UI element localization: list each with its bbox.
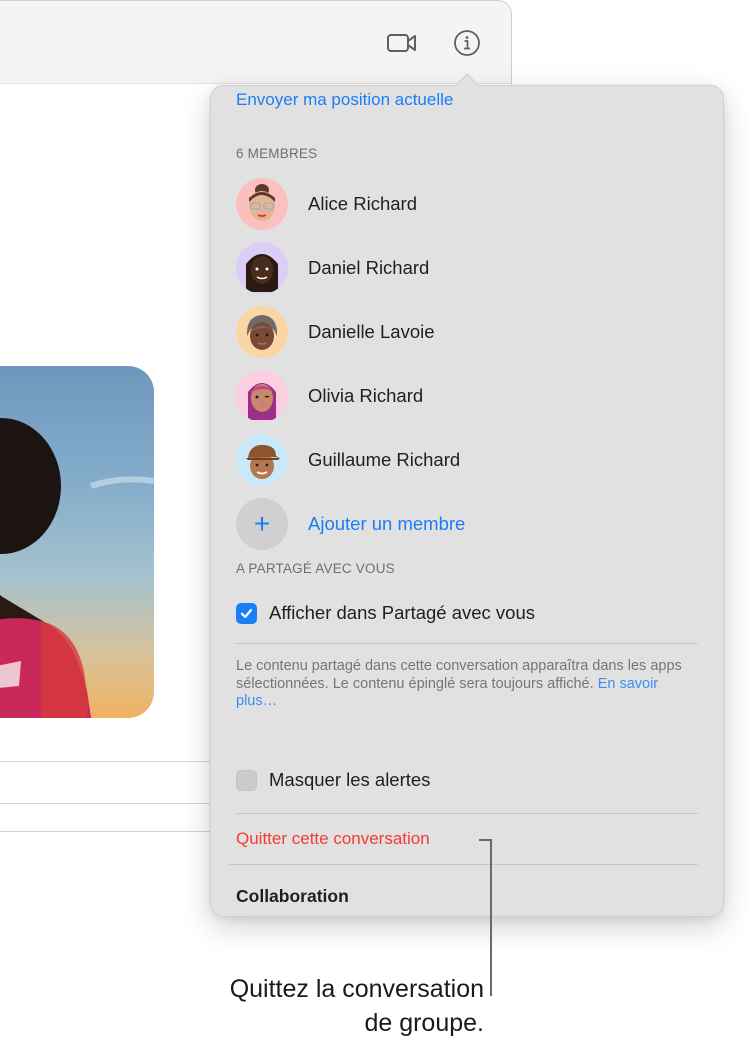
avatar bbox=[236, 306, 288, 358]
callout-line-1: Quittez la conversation bbox=[229, 975, 484, 1003]
member-row[interactable]: Alice Richard bbox=[236, 178, 696, 230]
member-name: Guillaume Richard bbox=[308, 449, 461, 470]
divider bbox=[236, 643, 698, 644]
member-name: Daniel Richard bbox=[308, 257, 430, 278]
show-in-shared-with-you-checkbox[interactable]: Afficher dans Partagé avec vous bbox=[236, 602, 535, 624]
member-row[interactable]: Daniel Richard bbox=[236, 242, 696, 294]
video-camera-icon[interactable] bbox=[386, 29, 418, 57]
avatar bbox=[236, 242, 288, 294]
member-row[interactable]: Olivia Richard bbox=[236, 370, 696, 422]
checkbox-label: Masquer les alertes bbox=[269, 769, 431, 790]
send-current-location-link[interactable]: Envoyer ma position actuelle bbox=[236, 90, 453, 110]
info-circle-icon[interactable] bbox=[451, 29, 483, 57]
callout-line-2: de groupe. bbox=[364, 1009, 484, 1037]
member-name: Danielle Lavoie bbox=[308, 321, 435, 342]
callout-line bbox=[490, 839, 492, 996]
divider bbox=[229, 864, 698, 865]
checkbox-checked-icon[interactable] bbox=[236, 602, 257, 624]
member-name: Olivia Richard bbox=[308, 385, 424, 406]
shared-with-you-header: A PARTAGÉ AVEC VOUS bbox=[236, 561, 395, 576]
avatar bbox=[236, 178, 288, 230]
avatar bbox=[236, 434, 288, 486]
divider bbox=[236, 813, 698, 814]
conversation-details-popover: Envoyer ma position actuelle 6 MEMBRES A… bbox=[210, 73, 724, 917]
checkbox-label: Afficher dans Partagé avec vous bbox=[269, 602, 536, 623]
member-row[interactable]: Danielle Lavoie bbox=[236, 306, 696, 358]
add-member-label: Ajouter un membre bbox=[308, 513, 466, 534]
window-toolbar bbox=[0, 1, 511, 84]
checkbox-unchecked-icon[interactable] bbox=[236, 769, 257, 791]
popover-arrow bbox=[454, 73, 480, 87]
hide-alerts-checkbox[interactable]: Masquer les alertes bbox=[236, 769, 430, 791]
avatar bbox=[236, 370, 288, 422]
member-name: Alice Richard bbox=[308, 193, 417, 214]
members-section-header: 6 MEMBRES bbox=[236, 146, 318, 161]
collaboration-section-header: Collaboration bbox=[236, 886, 349, 906]
shared-description: Le contenu partagé dans cette conversati… bbox=[236, 658, 686, 711]
add-member-button[interactable]: + Ajouter un membre bbox=[236, 498, 696, 550]
plus-icon: + bbox=[236, 498, 288, 550]
member-row[interactable]: Guillaume Richard bbox=[236, 434, 696, 486]
shared-photo[interactable] bbox=[0, 366, 154, 718]
callout-caption: Quittez la conversation de groupe. bbox=[230, 972, 484, 1040]
leave-conversation-button[interactable]: Quitter cette conversation bbox=[236, 829, 430, 849]
